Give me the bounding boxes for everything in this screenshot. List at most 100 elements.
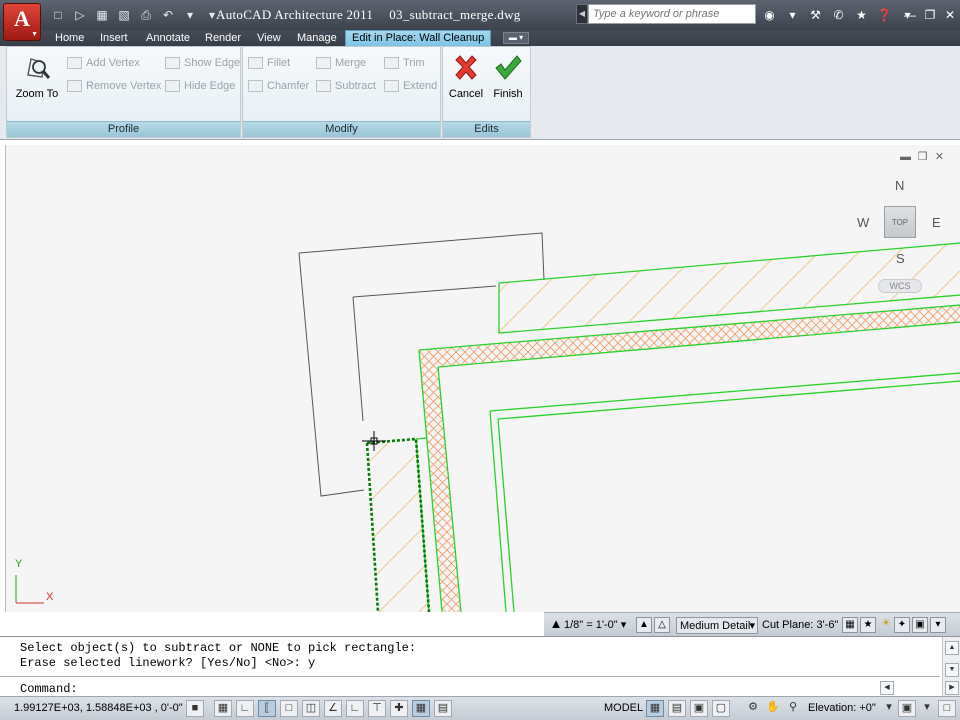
pan-icon[interactable]: ✋ <box>764 700 782 717</box>
elevation-dropdown-icon[interactable]: ▾ <box>880 700 898 717</box>
transparency-icon[interactable]: ▦ <box>412 700 430 717</box>
zoom-to-button[interactable]: Zoom To <box>11 53 63 100</box>
application-menu-button[interactable]: A ▼ <box>3 3 41 41</box>
scroll-down-icon[interactable]: ▼ <box>945 663 959 677</box>
quick-view-drawings-icon[interactable]: ▢ <box>712 700 730 717</box>
clean-screen-icon[interactable]: □ <box>938 700 956 717</box>
zoom-icon[interactable]: ⚲ <box>784 700 802 717</box>
viewcube-east[interactable]: E <box>932 215 941 230</box>
auto-scale-icon[interactable]: △ <box>654 617 670 633</box>
dynamic-ucs-icon[interactable]: ∟ <box>346 700 364 717</box>
extend-button[interactable]: Extend <box>384 80 437 92</box>
subscription-icon[interactable]: ⚒ <box>806 6 825 24</box>
subtract-button[interactable]: Subtract <box>316 80 376 92</box>
wcs-menu[interactable]: WCS <box>878 279 922 293</box>
hide-edge-button[interactable]: Hide Edge <box>165 80 235 92</box>
3d-object-snap-icon[interactable]: ◫ <box>302 700 320 717</box>
search-input[interactable] <box>588 4 756 24</box>
viewport-minimize-icon[interactable]: ▬ <box>899 151 912 163</box>
quick-properties-icon[interactable]: ▤ <box>434 700 452 717</box>
merge-button[interactable]: Merge <box>316 57 366 69</box>
object-snap-tracking-icon[interactable]: ∠ <box>324 700 342 717</box>
show-lineweight-icon[interactable]: ✚ <box>390 700 408 717</box>
model-space-button[interactable]: MODEL <box>604 702 643 714</box>
favorites-star-icon[interactable]: ★ <box>852 6 871 24</box>
cut-plane[interactable]: Cut Plane: 3'-6" <box>762 617 838 634</box>
open-icon[interactable]: ▷ <box>70 6 90 24</box>
restore-icon[interactable]: ❐ <box>920 6 940 24</box>
save-icon[interactable]: ▦ <box>92 6 112 24</box>
tab-view[interactable]: View <box>257 31 281 46</box>
help-icon[interactable]: ❓ <box>875 6 894 24</box>
ortho-mode-icon[interactable]: ∟ <box>236 700 254 717</box>
tab-annotate[interactable]: Annotate <box>146 31 190 46</box>
cancel-button[interactable]: Cancel <box>447 53 485 100</box>
command-input[interactable]: Command: <box>0 678 940 696</box>
undo-dropdown-icon[interactable]: ▾ <box>180 6 200 24</box>
dropdown-icon[interactable]: ▾ <box>783 6 802 24</box>
binoculars-icon[interactable]: ◉ <box>760 6 779 24</box>
command-scroll-left-icon[interactable]: ◀ <box>880 681 894 695</box>
snap-mode-icon[interactable]: ■ <box>186 700 204 717</box>
close-icon[interactable]: ✕ <box>940 6 960 24</box>
add-vertex-button[interactable]: Add Vertex <box>67 57 140 69</box>
dynamic-input-icon[interactable]: ⊤ <box>368 700 386 717</box>
tab-home[interactable]: Home <box>55 31 84 46</box>
status-menu-icon[interactable]: ▾ <box>930 617 946 633</box>
viewcube-top-face[interactable]: TOP <box>884 206 916 238</box>
surface-hatch-icon[interactable]: ▦ <box>842 617 858 633</box>
coordinate-display[interactable]: 1.99127E+03, 1.58848E+03 , 0'-0" <box>14 702 183 714</box>
chamfer-button[interactable]: Chamfer <box>248 80 309 92</box>
viewport-close-icon[interactable]: ✕ <box>933 151 946 163</box>
trim-button[interactable]: Trim <box>384 57 425 69</box>
annotation-scale-icon[interactable]: ▲ <box>548 617 564 633</box>
new-icon[interactable]: □ <box>48 6 68 24</box>
viewport-restore-icon[interactable]: ❐ <box>916 151 929 163</box>
tab-edit-in-place-wall-cleanup[interactable]: Edit in Place: Wall Cleanup <box>345 30 492 46</box>
fillet-button[interactable]: Fillet <box>248 57 290 69</box>
save-as-icon[interactable]: ▧ <box>114 6 134 24</box>
tab-insert[interactable]: Insert <box>100 31 128 46</box>
quick-view-layouts-icon[interactable]: ▣ <box>690 700 708 717</box>
panel-profile-label[interactable]: Profile <box>7 121 240 137</box>
workspace-icon[interactable]: ✦ <box>894 617 910 633</box>
polar-tracking-icon[interactable]: ⟦ <box>258 700 276 717</box>
search-expand-icon[interactable]: ◀ <box>576 4 588 24</box>
undo-icon[interactable]: ↶ <box>158 6 178 24</box>
scroll-up-icon[interactable]: ▲ <box>945 641 959 655</box>
tab-render[interactable]: Render <box>205 31 241 46</box>
display-configuration-select[interactable]: Medium Detail ▾ <box>676 617 758 634</box>
drawing-canvas[interactable] <box>6 145 960 612</box>
viewcube-south[interactable]: S <box>896 251 905 266</box>
ribbon-minimize-icon[interactable]: ▬ ▾ <box>503 32 529 44</box>
show-edge-button[interactable]: Show Edge <box>165 57 240 69</box>
grid-display-icon[interactable]: ▦ <box>214 700 232 717</box>
scroll-right-icon[interactable]: ▶ <box>945 681 959 695</box>
status-options-icon[interactable]: ▾ <box>918 700 936 717</box>
annotation-scale[interactable]: 1/8" = 1'-0" ▾ <box>564 617 626 634</box>
toolbar-lock-icon[interactable]: ▣ <box>898 700 916 717</box>
panel-modify-label[interactable]: Modify <box>243 121 440 137</box>
elevation[interactable]: Elevation: +0" <box>808 702 876 714</box>
finish-button[interactable]: Finish <box>489 53 527 100</box>
tab-manage[interactable]: Manage <box>297 31 337 46</box>
plot-icon[interactable]: ⎙ <box>136 6 156 24</box>
layer-key-icon[interactable]: ★ <box>860 617 876 633</box>
remove-vertex-button[interactable]: Remove Vertex <box>67 80 161 92</box>
drawing-viewport[interactable]: Y X ▬ ❐ ✕ N W E S TOP WCS <box>5 145 960 612</box>
wall-left[interactable] <box>367 349 515 612</box>
minimize-icon[interactable]: — <box>900 6 920 24</box>
lock-icon[interactable]: ▣ <box>912 617 928 633</box>
workspace-settings-icon[interactable]: ⚙ <box>744 700 762 717</box>
wall-top[interactable] <box>418 242 960 420</box>
command-scrollbar[interactable]: ▲ ▼ ▶ <box>942 637 960 697</box>
annotation-visibility-icon[interactable]: ▲ <box>636 617 652 633</box>
communication-icon[interactable]: ✆ <box>829 6 848 24</box>
viewcube-west[interactable]: W <box>857 215 869 230</box>
object-snap-icon[interactable]: □ <box>280 700 298 717</box>
panel-edits-label[interactable]: Edits <box>443 121 530 137</box>
viewcube-north[interactable]: N <box>895 178 904 193</box>
model-layout-icon[interactable]: ▦ <box>646 700 664 717</box>
layout1-icon[interactable]: ▤ <box>668 700 686 717</box>
isolate-objects-icon[interactable]: ☀ <box>878 617 894 633</box>
